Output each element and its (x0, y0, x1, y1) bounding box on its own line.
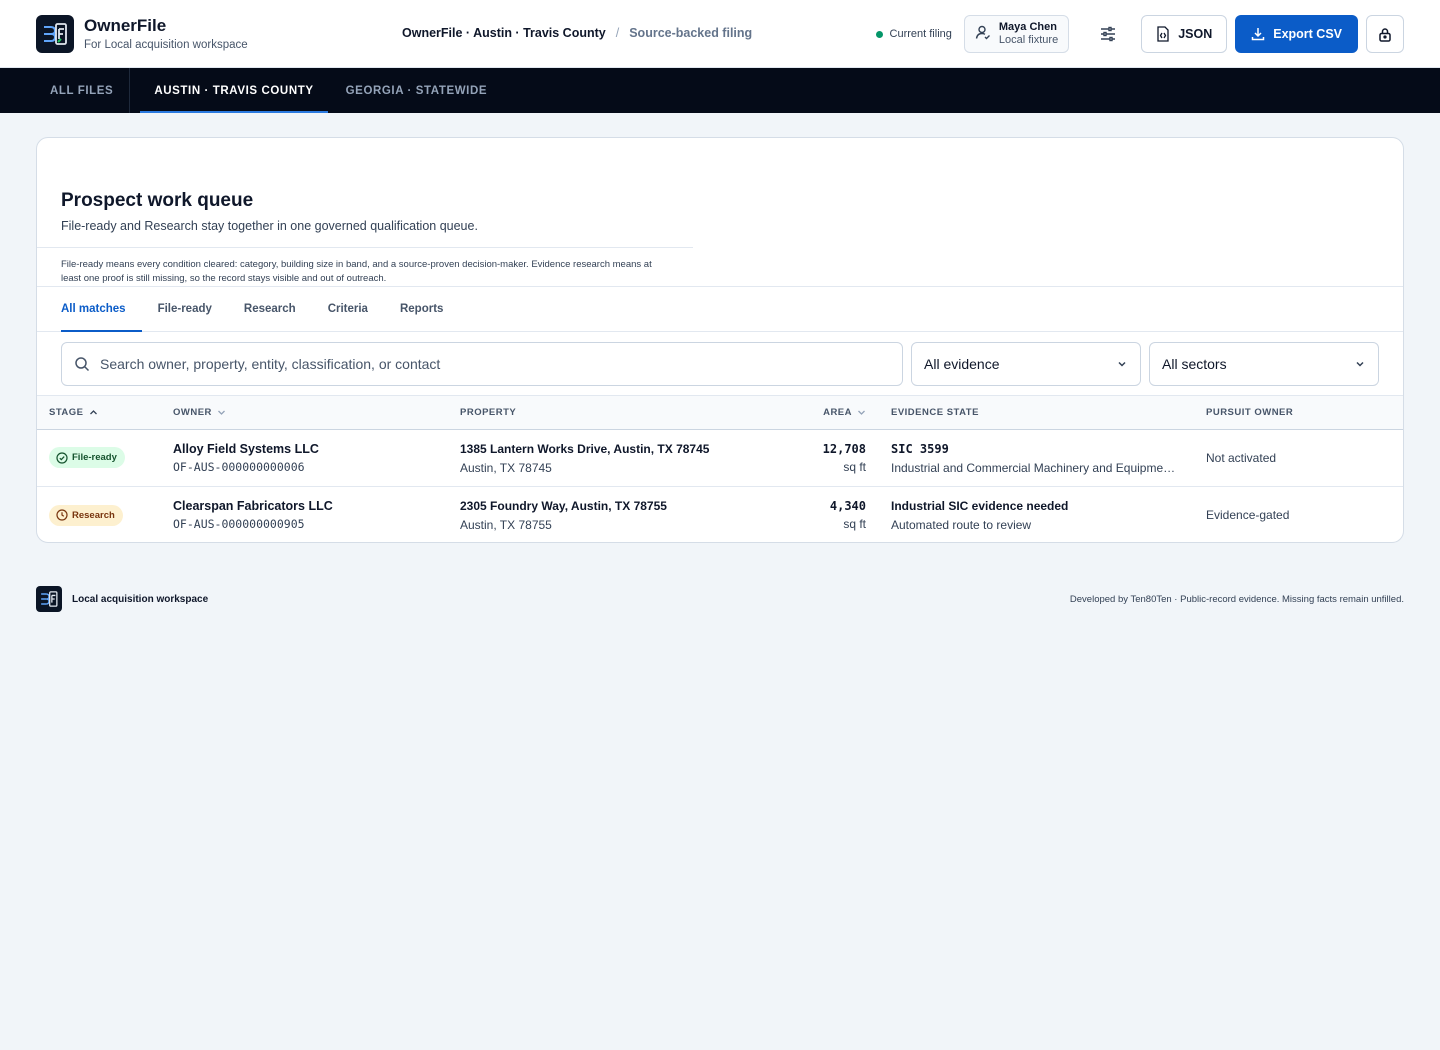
user-icon (975, 24, 991, 45)
column-pursuit-label: PURSUIT OWNER (1206, 407, 1294, 418)
evidence-code: Industrial SIC evidence needed (891, 498, 1069, 513)
stage-label: Research (72, 509, 115, 521)
property-city: Austin, TX 78755 (460, 517, 552, 532)
pursuit-owner: Not activated (1206, 451, 1277, 465)
evidence-select[interactable]: All evidence (911, 342, 1141, 386)
download-icon (1251, 28, 1265, 41)
search-placeholder: Search owner, property, entity, classifi… (100, 356, 441, 372)
queue-tabs: All matches File-ready Research Criteria… (37, 286, 1403, 332)
breadcrumb-primary[interactable]: OwnerFile · Austin · Travis County (402, 26, 606, 40)
filter-bar: Search owner, property, entity, classifi… (61, 342, 1379, 386)
tab-file-ready[interactable]: File-ready (158, 287, 212, 331)
footer-workspace: Local acquisition workspace (72, 593, 209, 605)
brand[interactable]: OwnerFile For Local acquisition workspac… (36, 14, 248, 53)
nav-item-all-files[interactable]: ALL FILES (36, 68, 127, 113)
property-address: 2305 Foundry Way, Austin, TX 78755 (460, 498, 667, 513)
status-label: Current filing (889, 28, 952, 40)
breadcrumb: OwnerFile · Austin · Travis County / Sou… (402, 26, 752, 40)
column-owner[interactable]: OWNER (173, 396, 460, 430)
column-stage[interactable]: STAGE (37, 396, 173, 430)
page-title: Prospect work queue (61, 190, 254, 211)
property-address: 1385 Lantern Works Drive, Austin, TX 787… (460, 441, 710, 456)
page-footer: Local acquisition workspace Developed by… (36, 586, 1404, 612)
app-header: OwnerFile For Local acquisition workspac… (0, 0, 1440, 68)
app-subtitle: For Local acquisition workspace (84, 39, 248, 51)
column-stage-label: STAGE (49, 407, 84, 418)
sort-icon (217, 410, 225, 415)
user-role: Local fixture (998, 34, 1059, 46)
work-queue-card: Prospect work queue File-ready and Resea… (36, 137, 1404, 543)
chevron-down-icon (1118, 361, 1126, 367)
breadcrumb-secondary: Source-backed filing (629, 26, 753, 40)
breadcrumb-separator: / (615, 26, 620, 40)
clock-icon (56, 509, 68, 521)
lock-icon (1379, 27, 1391, 42)
tab-reports[interactable]: Reports (400, 287, 443, 331)
owner-id: OF-AUS-000000000006 (173, 460, 305, 474)
user-chip[interactable]: Maya Chen Local fixture (963, 15, 1070, 53)
page-subtitle: File-ready and Research stay together in… (61, 219, 478, 233)
footer-logo-icon (36, 586, 62, 612)
sector-select-value: All sectors (1162, 356, 1227, 372)
export-csv-button[interactable]: Export CSV (1235, 15, 1358, 53)
column-property: PROPERTY (460, 396, 801, 430)
tab-research[interactable]: Research (244, 287, 296, 331)
column-evidence-label: EVIDENCE STATE (891, 407, 979, 418)
owner-name[interactable]: Alloy Field Systems LLC (173, 442, 460, 456)
owner-name[interactable]: Clearspan Fabricators LLC (173, 499, 460, 513)
lock-button[interactable] (1366, 15, 1404, 53)
settings-sliders-button[interactable] (1089, 15, 1127, 53)
area-unit: sq ft (843, 517, 866, 532)
app-logo-icon (36, 14, 74, 53)
column-property-label: PROPERTY (460, 407, 517, 418)
sector-select[interactable]: All sectors (1149, 342, 1379, 386)
chevron-down-icon (1356, 361, 1364, 367)
evidence-code: SIC 3599 (891, 441, 949, 456)
evidence-select-value: All evidence (924, 356, 1000, 372)
nav-item-austin-travis[interactable]: AUSTIN · TRAVIS COUNTY (140, 68, 328, 113)
json-button[interactable]: JSON (1141, 15, 1228, 53)
search-icon (75, 357, 90, 372)
owner-id: OF-AUS-000000000905 (173, 517, 305, 532)
column-evidence: EVIDENCE STATE (882, 396, 1196, 430)
table-row[interactable]: Research Clearspan Fabricators LLC OF-AU… (37, 487, 1403, 543)
check-circle-icon (56, 452, 68, 464)
area-unit: sq ft (843, 460, 866, 474)
footer-credits: Developed by Ten80Ten · Public-record ev… (1069, 593, 1404, 605)
sort-asc-icon (89, 410, 97, 415)
export-csv-label: Export CSV (1273, 27, 1342, 41)
search-input[interactable]: Search owner, property, entity, classifi… (61, 342, 903, 386)
table-row[interactable]: File-ready Alloy Field Systems LLC OF-AU… (37, 430, 1403, 487)
evidence-detail: Automated route to review (891, 517, 1032, 532)
column-area-label: AREA (823, 407, 852, 418)
user-name: Maya Chen (998, 21, 1057, 33)
prospect-table: STAGE OWNER PROPERTY AREA EVIDENCE STATE… (37, 395, 1403, 543)
area-value: 4,340 (829, 499, 866, 514)
column-area[interactable]: AREA (801, 396, 882, 430)
stage-label: File-ready (72, 452, 117, 464)
evidence-detail: Industrial and Commercial Machinery and … (891, 460, 1176, 475)
definition-note: File-ready means every condition cleared… (61, 259, 652, 284)
nav-divider (129, 68, 131, 113)
file-code-icon (1157, 26, 1169, 42)
status-badge: Research (49, 504, 123, 526)
column-owner-label: OWNER (173, 407, 212, 418)
tab-all-matches[interactable]: All matches (61, 287, 142, 332)
sliders-icon (1101, 26, 1116, 42)
column-pursuit: PURSUIT OWNER (1196, 396, 1403, 430)
file-nav: ALL FILES AUSTIN · TRAVIS COUNTY GEORGIA… (0, 68, 1440, 113)
property-city: Austin, TX 78745 (460, 460, 552, 475)
filing-status: Current filing (875, 28, 952, 40)
app-name: OwnerFile (84, 16, 167, 35)
tab-criteria[interactable]: Criteria (328, 287, 368, 331)
json-button-label: JSON (1178, 27, 1213, 41)
area-value: 12,708 (822, 442, 866, 456)
sort-icon (858, 410, 865, 415)
table-header-row: STAGE OWNER PROPERTY AREA EVIDENCE STATE… (37, 395, 1403, 430)
status-dot-icon (875, 30, 883, 38)
divider (37, 247, 693, 248)
pursuit-owner: Evidence-gated (1206, 508, 1290, 523)
nav-item-georgia[interactable]: GEORGIA · STATEWIDE (332, 68, 502, 113)
status-badge: File-ready (49, 447, 125, 469)
